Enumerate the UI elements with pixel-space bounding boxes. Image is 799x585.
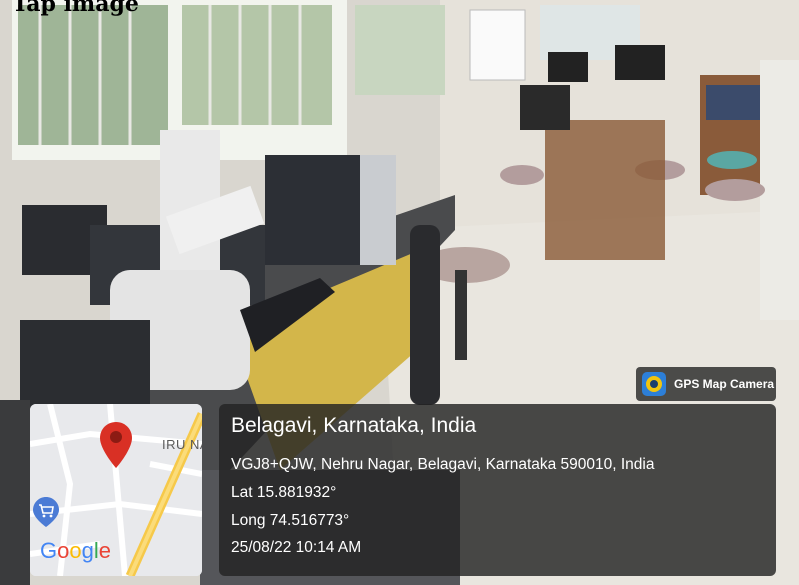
- mini-map: IRU NAGA Google: [30, 404, 202, 576]
- badge-label: GPS Map Camera: [674, 377, 775, 391]
- shopping-cart-icon: [33, 497, 59, 527]
- timestamp-text: 25/08/22 10:14 AM: [231, 539, 362, 556]
- map-street-label: IRU NAGA: [162, 437, 202, 452]
- gps-map-camera-badge: GPS Map Camera: [636, 367, 776, 401]
- address-text: VGJ8+QJW, Nehru Nagar, Belagavi, Karnata…: [231, 456, 655, 473]
- top-caption: Tap image: [12, 0, 139, 17]
- longitude-text: Long 74.516773°: [231, 512, 350, 529]
- google-logo: Google: [40, 538, 112, 563]
- latitude-text: Lat 15.881932°: [231, 484, 337, 501]
- location-info-panel: Belagavi, Karnataka, India VGJ8+QJW, Neh…: [219, 404, 776, 576]
- gps-map-camera-icon: [642, 372, 666, 396]
- place-title: Belagavi, Karnataka, India: [231, 414, 477, 437]
- location-pin-icon: [100, 422, 132, 468]
